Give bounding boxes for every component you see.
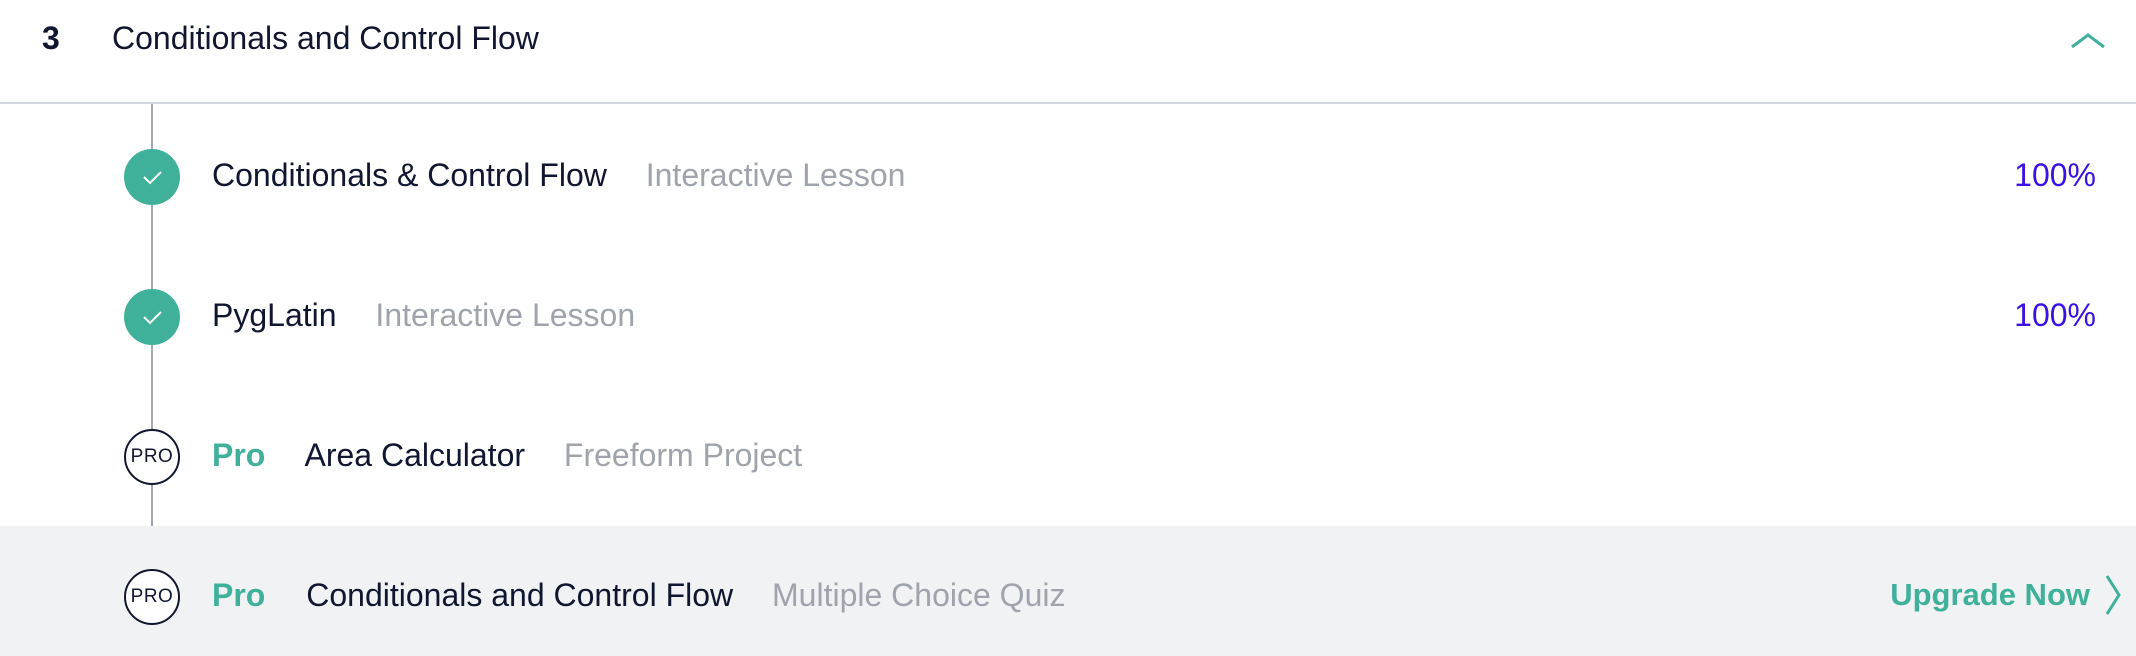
lesson-progress: 100%: [2014, 297, 2096, 333]
lesson-type: Interactive Lesson: [375, 297, 636, 333]
upgrade-now-label: Upgrade Now: [1890, 577, 2090, 612]
lesson-type: Multiple Choice Quiz: [772, 577, 1066, 613]
complete-status-icon: [124, 149, 180, 205]
pro-badge-icon: PRO: [124, 569, 180, 625]
chevron-right-icon: [2105, 575, 2121, 615]
upgrade-now-button[interactable]: Upgrade Now: [1890, 571, 2122, 619]
lesson-title: Conditionals and Control Flow: [306, 577, 734, 613]
lesson-title: Area Calculator: [304, 437, 526, 473]
lesson-type: Freeform Project: [563, 437, 803, 473]
lesson-progress: 100%: [2014, 157, 2096, 193]
lesson-row-conditionals-quiz[interactable]: PRO Pro Conditionals and Control Flow Mu…: [0, 526, 2136, 656]
lesson-type: Interactive Lesson: [645, 157, 906, 193]
pro-label: Pro: [212, 437, 266, 473]
checkmark-icon: [143, 311, 162, 325]
module-title: Conditionals and Control Flow: [112, 20, 539, 56]
complete-status-icon: [124, 289, 180, 345]
lesson-row-conditionals-control-flow[interactable]: Conditionals & Control Flow Interactive …: [0, 106, 2136, 246]
chevron-up-icon[interactable]: [2068, 28, 2108, 52]
pro-badge-icon: PRO: [124, 429, 180, 485]
pro-label: Pro: [212, 577, 266, 613]
lesson-title: Conditionals & Control Flow: [212, 157, 607, 193]
lesson-row-pyglatin[interactable]: PygLatin Interactive Lesson 100%: [0, 246, 2136, 386]
module-number: 3: [42, 20, 60, 56]
lesson-title: PygLatin: [212, 297, 337, 333]
module-header[interactable]: 3 Conditionals and Control Flow: [0, 0, 2136, 104]
lesson-row-area-calculator[interactable]: PRO Pro Area Calculator Freeform Project: [0, 386, 2136, 526]
checkmark-icon: [143, 171, 162, 185]
